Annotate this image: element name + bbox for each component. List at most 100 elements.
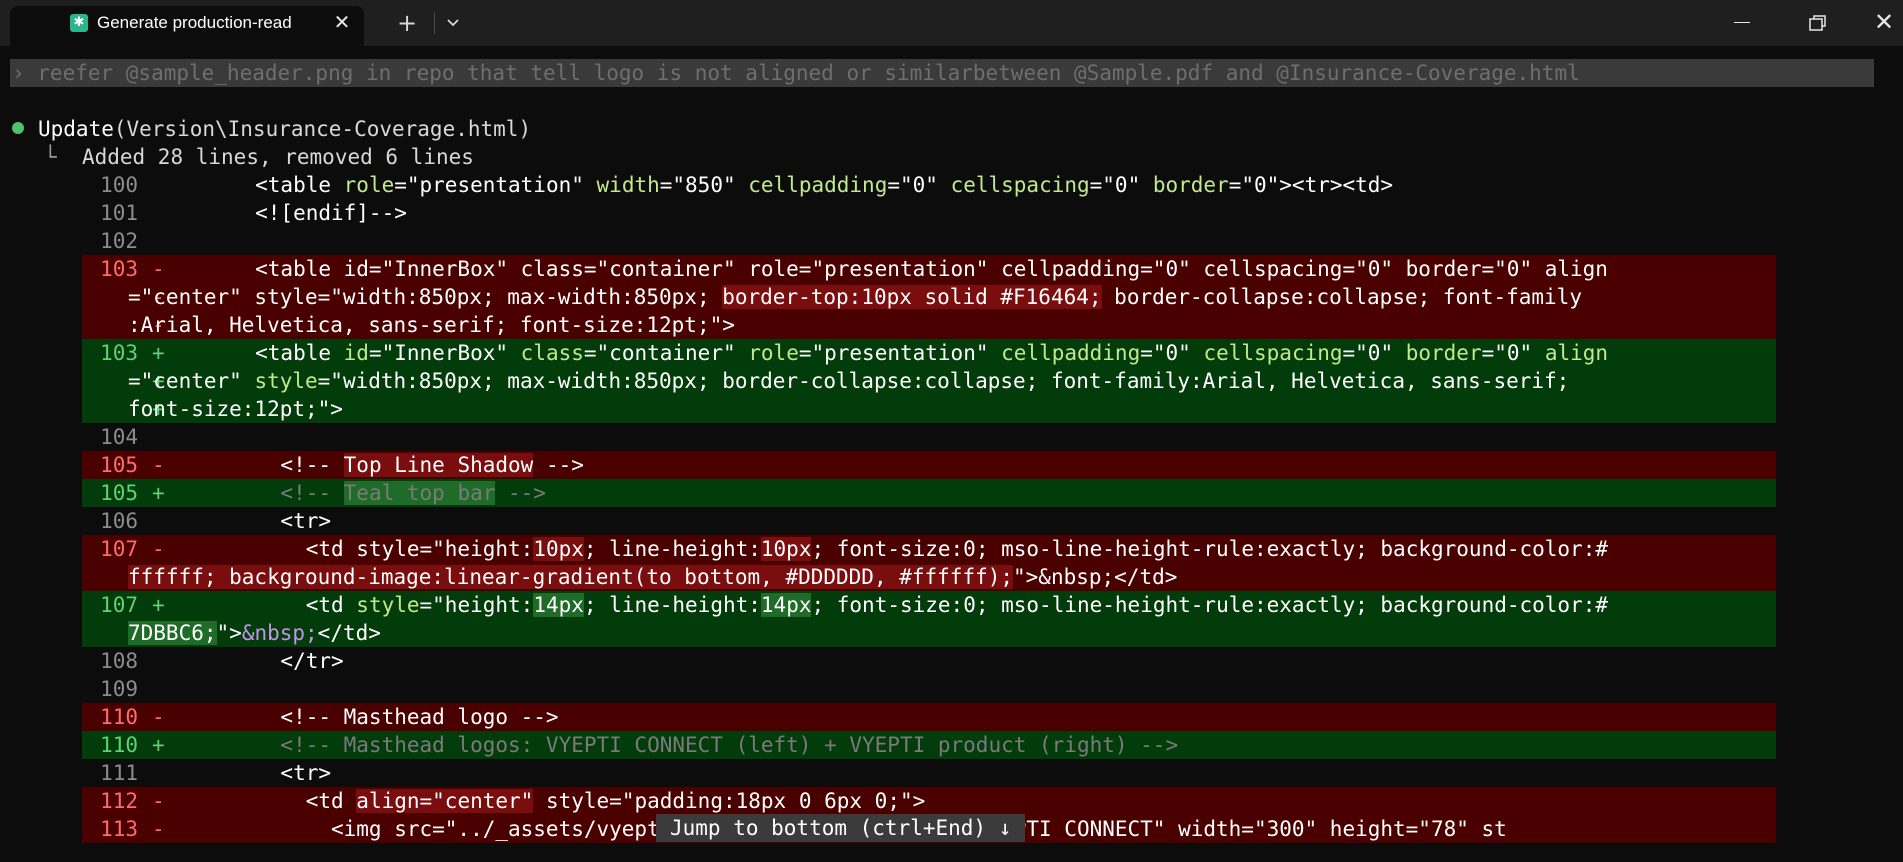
- diff-code: 7DBBC6;">&nbsp;</td>: [128, 619, 381, 647]
- code-token: ="0": [1342, 341, 1406, 365]
- diff-line-added: + ="center" style="width:850px; max-width…: [82, 367, 1776, 395]
- code-token: <table id="InnerBox" class="container" r…: [154, 257, 1608, 281]
- code-token: Top Line Shadow: [343, 453, 534, 477]
- restore-button[interactable]: [1808, 14, 1828, 32]
- code-token: <td: [154, 593, 357, 617]
- code-token: <td: [154, 789, 357, 813]
- diff-view: 100 <table role="presentation" width="85…: [82, 171, 1776, 843]
- diff-line-removed: 105- <!-- Top Line Shadow -->: [82, 451, 1776, 479]
- diff-line-context: 100 <table role="presentation" width="85…: [82, 171, 1776, 199]
- diff-line-removed: 107- <td style="height:10px; line-height…: [82, 535, 1776, 563]
- chevron-down-icon[interactable]: [438, 8, 468, 38]
- code-token: </tr>: [154, 649, 344, 673]
- line-number: 110: [100, 705, 138, 729]
- generate-icon: ✱: [70, 14, 88, 32]
- code-token: <table: [154, 341, 344, 365]
- line-number: 106: [100, 509, 138, 533]
- minimize-button[interactable]: [1734, 22, 1750, 23]
- code-token: <tr>: [154, 509, 332, 533]
- diff-code: ="center" style="width:850px; max-width:…: [128, 283, 1582, 311]
- new-tab-button[interactable]: +: [392, 8, 422, 38]
- code-token: role: [748, 341, 799, 365]
- diff-line-context: 111 <tr>: [82, 759, 1776, 787]
- diff-line-added: 105 + <!-- Teal top bar -->: [82, 479, 1776, 507]
- code-token: ="850": [659, 173, 749, 197]
- jump-to-bottom-button[interactable]: Jump to bottom (ctrl+End) ↓: [656, 814, 1026, 842]
- code-token: ="center" style="width:850px; max-width:…: [128, 285, 723, 309]
- diff-line-removed: 110- <!-- Masthead logo -->: [82, 703, 1776, 731]
- line-number: 113: [100, 817, 138, 841]
- diff-code: <tr>: [154, 759, 331, 787]
- status-dot-icon: [12, 122, 24, 134]
- code-token: cellpadding: [748, 173, 888, 197]
- code-token: &nbsp;: [241, 621, 318, 645]
- code-token: ; line-height:: [583, 593, 761, 617]
- diff-line-removed: -:Arial, Helvetica, sans-serif; font-siz…: [82, 311, 1776, 339]
- diff-line-context: 101 <![endif]-->: [82, 199, 1776, 227]
- tab-title[interactable]: Generate production-read: [97, 13, 314, 33]
- line-number: 112: [100, 789, 138, 813]
- code-token: ="width:850px; max-width:850px; border-c…: [317, 369, 1570, 393]
- code-token: <![endif]-->: [154, 201, 407, 225]
- code-token: width: [596, 173, 660, 197]
- line-number: 103: [100, 257, 138, 281]
- code-token: ="0": [1481, 341, 1545, 365]
- line-number: 102: [100, 229, 138, 253]
- code-token: <tr>: [154, 761, 332, 785]
- diff-code: <tr>: [154, 507, 331, 535]
- code-token: <!-- Masthead logo -->: [154, 705, 559, 729]
- code-token: align="center": [356, 789, 534, 813]
- code-token: border: [1405, 341, 1482, 365]
- user-prompt: › reefer @sample_header.png in repo that…: [12, 61, 1580, 85]
- diff-line-added: +7DBBC6;">&nbsp;</td>: [82, 619, 1776, 647]
- code-token: -->: [495, 481, 546, 505]
- code-token: border: [1152, 173, 1229, 197]
- diff-line-context: 106 <tr>: [82, 507, 1776, 535]
- diff-line-context: 108 </tr>: [82, 647, 1776, 675]
- code-token: border-collapse:collapse; font-family: [1101, 285, 1582, 309]
- code-token: ">&nbsp;</td>: [1013, 565, 1178, 589]
- diff-line-removed: 103- <table id="InnerBox" class="contain…: [82, 255, 1776, 283]
- tool-arg: (Version\Insurance-Coverage.html): [113, 117, 532, 141]
- diff-summary-text: Added 28 lines, removed 6 lines: [81, 145, 474, 169]
- diff-line-removed: 112- <td align="center" style="padding:1…: [82, 787, 1776, 815]
- code-token: align: [1544, 341, 1609, 365]
- diff-code: <table id="InnerBox" class="container" r…: [154, 339, 1608, 367]
- code-token: ">: [216, 621, 242, 645]
- code-token: :Arial, Helvetica, sans-serif; font-size…: [128, 313, 735, 337]
- diff-code: <table id="InnerBox" class="container" r…: [154, 255, 1608, 283]
- code-token: ="center": [128, 369, 255, 393]
- code-token: <!-- Masthead logos: VYEPTI CONNECT (lef…: [154, 733, 1179, 757]
- diff-code: ="center" style="width:850px; max-width:…: [128, 367, 1569, 395]
- diff-code: </tr>: [154, 647, 344, 675]
- line-number: 110: [100, 733, 138, 757]
- code-token: Teal top bar: [343, 481, 496, 505]
- code-token: 10px: [533, 537, 584, 561]
- diff-code: <td style="height:10px; line-height:10px…: [154, 535, 1608, 563]
- line-number: 100: [100, 173, 138, 197]
- code-token: ="container": [583, 341, 749, 365]
- code-token: </td>: [317, 621, 381, 645]
- code-token: <table: [154, 173, 344, 197]
- code-token: 14px: [760, 593, 812, 617]
- diff-code: <!-- Top Line Shadow -->: [154, 451, 584, 479]
- window-close-button[interactable]: ✕: [1872, 10, 1896, 34]
- code-token: ="0": [887, 173, 951, 197]
- diff-line-added: 103 + <table id="InnerBox" class="contain…: [82, 339, 1776, 367]
- line-number: 109: [100, 677, 138, 701]
- code-token: class: [520, 341, 584, 365]
- diff-code: <table role="presentation" width="850" c…: [154, 171, 1393, 199]
- diff-line-added: 107 + <td style="height:14px; line-height…: [82, 591, 1776, 619]
- tab-close-icon[interactable]: ✕: [330, 10, 354, 34]
- line-number: 105: [100, 481, 138, 505]
- diff-line-added: + font-size:12pt;">: [82, 395, 1776, 423]
- diff-line-removed: -ffffff; background-image:linear-gradien…: [82, 563, 1776, 591]
- code-token: font-size:12pt;">: [128, 397, 343, 421]
- code-token: ffffff; background-image:linear-gradient…: [128, 565, 1014, 589]
- code-token: ="0": [1140, 341, 1204, 365]
- diff-code: font-size:12pt;">: [128, 395, 343, 423]
- title-bar: ✱ Generate production-read ✕ + ✕: [0, 0, 1903, 46]
- code-token: role: [343, 173, 395, 197]
- diff-code: <td style="height:14px; line-height:14px…: [154, 591, 1608, 619]
- code-token: ="height:: [419, 593, 534, 617]
